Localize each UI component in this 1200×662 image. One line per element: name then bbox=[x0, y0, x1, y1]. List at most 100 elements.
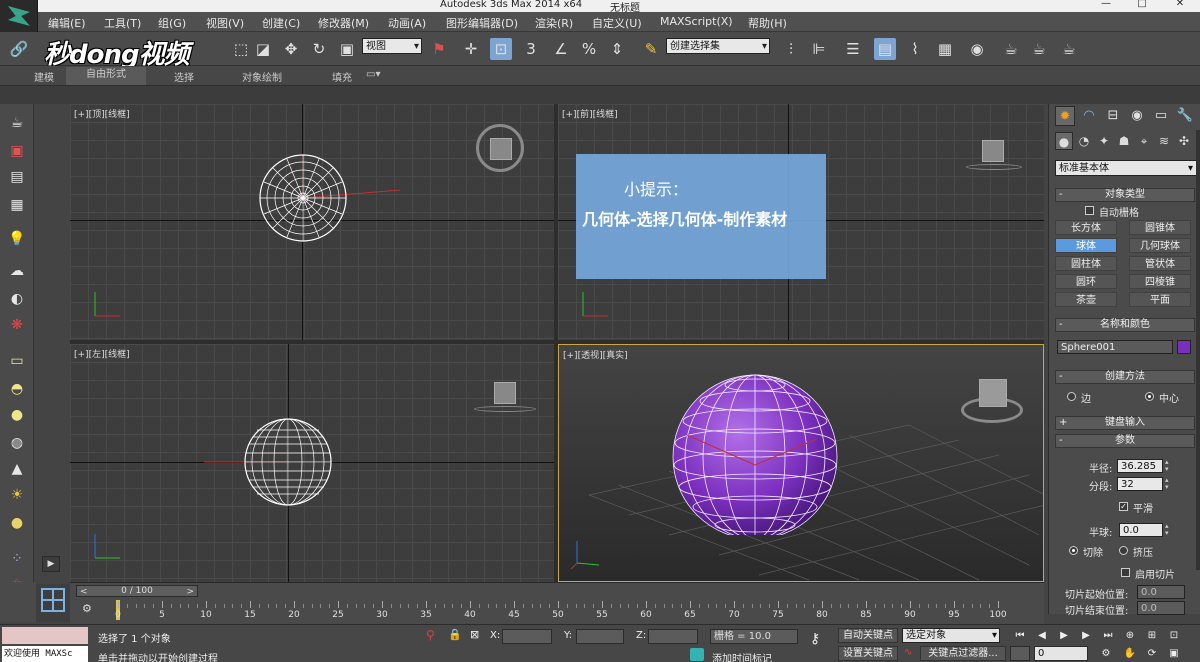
rollout-parameters[interactable]: - 参数 bbox=[1055, 434, 1195, 448]
key-filters-icon[interactable]: ∿ bbox=[904, 647, 912, 658]
pivot-center-icon[interactable]: ⚑ bbox=[428, 38, 450, 60]
rollout-object-type[interactable]: - 对象类型 bbox=[1055, 188, 1195, 202]
spinner-snap-icon[interactable]: ⇕ bbox=[606, 38, 628, 60]
menu-views[interactable]: 视图(V) bbox=[206, 15, 244, 31]
edit-named-selection-icon[interactable]: ✎ bbox=[640, 38, 662, 60]
autogrid-checkbox[interactable] bbox=[1085, 206, 1094, 215]
viewport-left-label[interactable]: [+][左][线框] bbox=[74, 347, 130, 360]
menu-rendering[interactable]: 渲染(R) bbox=[535, 15, 573, 31]
sun-icon[interactable]: ☀ bbox=[7, 486, 27, 504]
y-coordinate-field[interactable] bbox=[576, 629, 624, 644]
pyramid-button[interactable]: 四棱锥 bbox=[1129, 274, 1191, 289]
minimize-button[interactable]: — bbox=[1096, 0, 1116, 9]
time-config-icon[interactable]: ⚙ bbox=[1096, 646, 1116, 662]
object-name-input[interactable]: Sphere001 bbox=[1057, 340, 1173, 354]
play-icon[interactable]: ▶ bbox=[1054, 628, 1074, 644]
segments-spinner[interactable]: ▴ ▾ bbox=[1165, 477, 1173, 491]
plane-button[interactable]: 平面 bbox=[1129, 292, 1191, 307]
mirror-icon[interactable]: ⫶ bbox=[780, 38, 802, 60]
select-manipulate-icon[interactable]: ✛ bbox=[460, 38, 482, 60]
dots-icon[interactable]: ⁘ bbox=[7, 550, 27, 568]
track-bar[interactable]: ⚙ 0 5 10 15 20 25 30 35 40 45 50 55 60 65 70 75 80 85 90 95… bbox=[70, 598, 1044, 624]
smooth-checkbox[interactable]: ✓ bbox=[1119, 502, 1128, 511]
geosphere-icon[interactable]: ◍ bbox=[7, 434, 27, 452]
render-production-icon[interactable]: ☕ bbox=[1058, 38, 1080, 60]
maximize-button[interactable]: □ bbox=[1132, 0, 1152, 9]
key-icon[interactable]: ⚷ bbox=[810, 631, 820, 647]
menu-edit[interactable]: 编辑(E) bbox=[48, 15, 86, 31]
menu-maxscript[interactable]: MAXScript(X) bbox=[660, 15, 733, 28]
viewcube[interactable] bbox=[979, 379, 1007, 407]
object-color-swatch[interactable] bbox=[1177, 340, 1191, 354]
auto-key-button[interactable]: 自动关键点 bbox=[838, 628, 898, 643]
radius-input[interactable]: 36.285 bbox=[1117, 459, 1163, 473]
graphite-toolbar-icon[interactable]: ▤ bbox=[874, 38, 896, 60]
viewport-top[interactable]: [+][顶][线框] bbox=[70, 104, 554, 340]
rollout-keyboard-entry[interactable]: + 键盘输入 bbox=[1055, 416, 1195, 430]
scale-icon[interactable]: ▣ bbox=[336, 38, 358, 60]
teapot-button[interactable]: 茶壶 bbox=[1055, 292, 1117, 307]
motion-tab-icon[interactable]: ◉ bbox=[1127, 106, 1147, 126]
lock-icon[interactable]: 🔒 bbox=[448, 628, 462, 641]
layer-manager-icon[interactable]: ☰ bbox=[842, 38, 864, 60]
hemisphere-input[interactable]: 0.0 bbox=[1119, 523, 1163, 537]
viewcube-ring[interactable] bbox=[966, 164, 1022, 170]
rendered-frame-window-icon[interactable]: ☕ bbox=[1028, 38, 1050, 60]
slice-to-input[interactable]: 0.0 bbox=[1137, 601, 1185, 615]
list-icon[interactable]: ▤ bbox=[7, 168, 27, 186]
snaps-toggle-icon[interactable]: 3 bbox=[520, 38, 542, 60]
render-frame-icon[interactable]: ▣ bbox=[7, 142, 27, 160]
space-warps-icon[interactable]: ≋ bbox=[1155, 132, 1173, 150]
create-tab-icon[interactable]: ✹ bbox=[1055, 106, 1075, 126]
slice-from-input[interactable]: 0.0 bbox=[1137, 585, 1185, 599]
rollout-creation-method[interactable]: - 创建方法 bbox=[1055, 370, 1195, 384]
zoom-icon[interactable]: ⊕ bbox=[1120, 628, 1140, 644]
reference-coordinate-select[interactable]: 视图 bbox=[362, 38, 422, 55]
previous-frame-icon[interactable]: ◀ bbox=[1032, 628, 1052, 644]
viewcube[interactable] bbox=[494, 382, 516, 404]
ribbon-tab-modeling[interactable]: 建模 bbox=[34, 69, 54, 84]
ribbon-tab-populate[interactable]: 填充 bbox=[332, 69, 352, 84]
light-bulb-icon[interactable]: 💡 bbox=[7, 230, 27, 248]
go-to-start-icon[interactable]: ⏮ bbox=[1010, 628, 1030, 644]
x-coordinate-field[interactable] bbox=[502, 629, 552, 644]
named-selection-set-select[interactable]: 创建选择集 bbox=[666, 38, 770, 55]
helpers-icon[interactable]: ⌖ bbox=[1135, 132, 1153, 150]
segments-input[interactable]: 32 bbox=[1117, 477, 1163, 491]
method-center-radio[interactable] bbox=[1145, 392, 1154, 401]
viewport-layout-button[interactable] bbox=[36, 584, 70, 622]
viewport-left[interactable]: [+][左][线框] bbox=[70, 344, 554, 582]
tube-button[interactable]: 管状体 bbox=[1129, 256, 1191, 271]
geometry-category-select[interactable]: 标准基本体 bbox=[1055, 160, 1197, 177]
schematic-view-icon[interactable]: ▦ bbox=[934, 38, 956, 60]
ribbon-options-icon[interactable]: ▭▾ bbox=[366, 69, 380, 80]
absolute-mode-icon[interactable]: ⊠ bbox=[470, 628, 479, 641]
rollout-name-color[interactable]: - 名称和颜色 bbox=[1055, 318, 1195, 332]
viewport-front-label[interactable]: [+][前][线框] bbox=[562, 107, 618, 120]
hemisphere-spinner[interactable]: ▴ ▾ bbox=[1165, 523, 1173, 537]
menu-animation[interactable]: 动画(A) bbox=[388, 15, 426, 31]
geometry-icon[interactable]: ● bbox=[1055, 132, 1073, 150]
menu-graph-editors[interactable]: 图形编辑器(D) bbox=[446, 15, 518, 31]
close-button[interactable]: ✕ bbox=[1170, 0, 1190, 9]
torus-button[interactable]: 圆环 bbox=[1055, 274, 1117, 289]
align-icon[interactable]: ⊫ bbox=[808, 38, 830, 60]
menu-tools[interactable]: 工具(T) bbox=[104, 15, 141, 31]
orbit-icon[interactable]: ⟳ bbox=[1142, 646, 1162, 662]
sphere-icon[interactable]: ● bbox=[7, 406, 27, 424]
plane-icon[interactable]: ▭ bbox=[7, 352, 27, 370]
modify-tab-icon[interactable]: ◠ bbox=[1079, 106, 1099, 126]
key-mode-toggle[interactable] bbox=[1010, 646, 1030, 661]
cloud-icon[interactable]: ☁ bbox=[7, 262, 27, 280]
zoom-extents-icon[interactable]: ⊡ bbox=[1164, 628, 1184, 644]
grid-table-icon[interactable]: ▦ bbox=[7, 196, 27, 214]
material-editor-icon[interactable]: ◉ bbox=[966, 38, 988, 60]
dome-icon[interactable]: ◓ bbox=[7, 380, 27, 398]
set-key-button[interactable]: 设置关键点 bbox=[838, 646, 898, 661]
squash-radio[interactable] bbox=[1119, 546, 1128, 555]
menu-create[interactable]: 创建(C) bbox=[262, 15, 300, 31]
viewport-top-label[interactable]: [+][顶][线框] bbox=[74, 107, 130, 120]
keyboard-shortcut-override-icon[interactable]: ⊡ bbox=[490, 38, 512, 60]
shapes-icon[interactable]: ◔ bbox=[1075, 132, 1093, 150]
viewcube[interactable] bbox=[490, 138, 512, 160]
